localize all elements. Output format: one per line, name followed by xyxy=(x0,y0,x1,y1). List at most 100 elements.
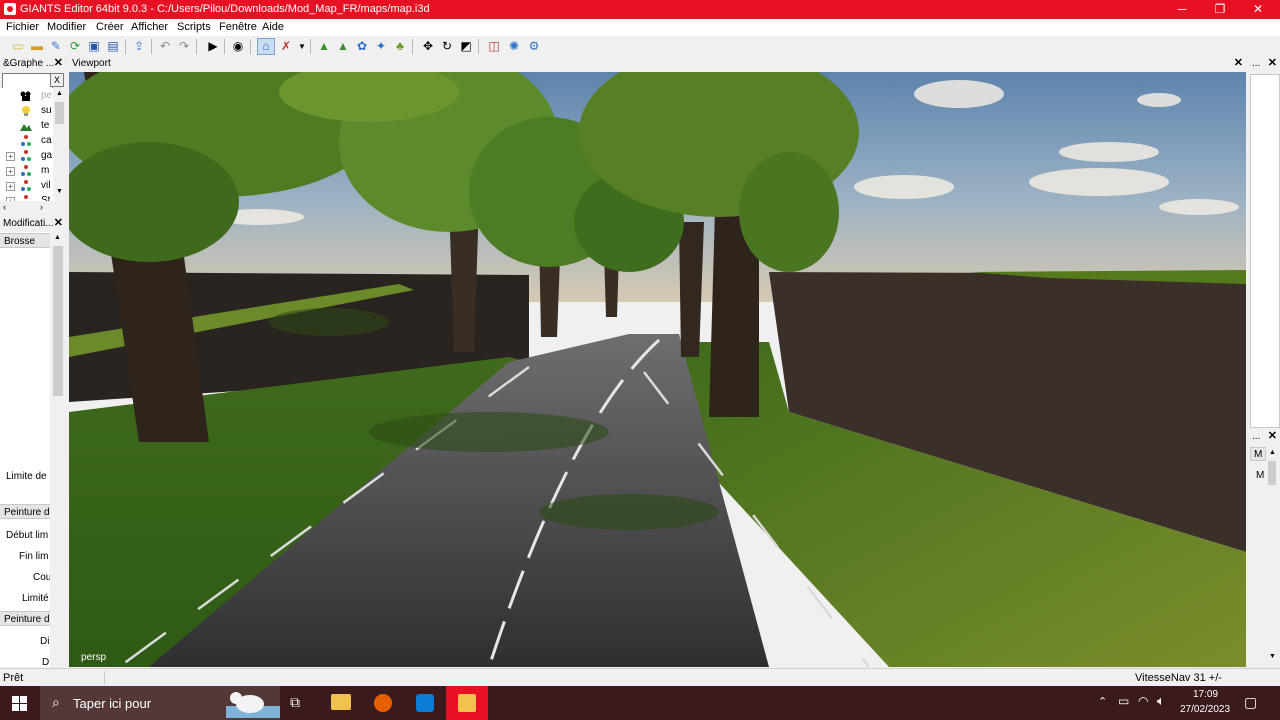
cube-icon[interactable]: ◫ xyxy=(486,39,502,54)
tree-item[interactable]: + vil xyxy=(0,179,53,194)
toolbar-separator xyxy=(224,39,225,54)
modifier-vertical-scrollbar[interactable]: ▲ xyxy=(50,232,66,667)
close-icon[interactable]: ✕ xyxy=(54,217,63,230)
toolbar-separator xyxy=(412,39,413,54)
scroll-thumb[interactable] xyxy=(55,102,64,124)
open-recent-icon[interactable]: ✎ xyxy=(48,39,64,54)
play-icon[interactable]: ▶ xyxy=(205,39,221,54)
scroll-thumb[interactable] xyxy=(53,246,63,396)
tree-item[interactable]: + m xyxy=(0,164,53,179)
wifi-icon[interactable]: ◠ xyxy=(1138,694,1148,708)
undo-icon[interactable]: ↶ xyxy=(157,39,173,54)
clock-date[interactable]: 27/02/2023 xyxy=(1180,704,1230,715)
gear-icon[interactable]: ⚙ xyxy=(526,39,542,54)
scenegraph-tree[interactable]: pe su te ca + ga + m + vil + xyxy=(0,88,53,201)
section-peinture-2[interactable]: Peinture d xyxy=(0,611,50,626)
battery-icon[interactable]: ▭ xyxy=(1118,694,1129,708)
tree-item[interactable]: pe xyxy=(0,89,53,104)
redo-icon[interactable]: ↷ xyxy=(176,39,192,54)
chevron-down-icon[interactable]: ▼ xyxy=(56,188,63,195)
rotate-icon[interactable]: ↻ xyxy=(439,39,455,54)
tree-icon[interactable]: ♣ xyxy=(392,39,408,54)
toolbar-separator xyxy=(478,39,479,54)
import-icon[interactable]: ⇪ xyxy=(131,39,147,54)
toolbar-separator xyxy=(151,39,152,54)
right-bottom-tab[interactable]: M xyxy=(1250,447,1266,461)
chevron-right-icon[interactable]: › xyxy=(40,202,43,212)
right-bottom-label: M xyxy=(1256,470,1265,481)
store-icon[interactable] xyxy=(416,694,434,712)
close-icon[interactable]: ✕ xyxy=(1268,430,1277,443)
task-view-icon[interactable]: ⧉ xyxy=(290,694,300,711)
right-top-panel-header: ... ✕ xyxy=(1248,57,1280,71)
chevron-down-icon[interactable]: ▼ xyxy=(294,39,310,54)
search-placeholder: Taper ici pour xyxy=(73,696,152,711)
menu-afficher[interactable]: Afficher xyxy=(131,21,168,33)
reload-icon[interactable]: ⟳ xyxy=(67,39,83,54)
menu-scripts[interactable]: Scripts xyxy=(177,21,211,33)
expand-icon[interactable]: + xyxy=(6,152,15,161)
close-icon[interactable]: ✕ xyxy=(1234,57,1243,70)
eye-icon[interactable]: ◉ xyxy=(230,39,246,54)
chevron-up-icon[interactable]: ⌃ xyxy=(1098,695,1107,708)
terrain-paint-icon[interactable]: ▲ xyxy=(335,39,351,54)
new-file-icon[interactable]: ▭ xyxy=(10,39,26,54)
giants-editor-taskbar-button[interactable] xyxy=(446,686,488,720)
taskbar-search[interactable]: ⌕ Taper ici pour xyxy=(40,686,280,720)
clear-search-button[interactable]: X xyxy=(50,73,64,87)
terrain-tool-icon[interactable]: ✗ xyxy=(278,39,294,54)
tree-item[interactable]: + St xyxy=(0,194,53,201)
left-dock: &Graphe ... ✕ X pe su te ca + ga + m + v… xyxy=(0,57,66,668)
close-button[interactable]: ✕ xyxy=(1240,0,1276,19)
menu-fenetre[interactable]: Fenêtre xyxy=(219,21,257,33)
notifications-icon[interactable]: ▢ xyxy=(1244,694,1257,711)
menu-fichier[interactable]: Fichier xyxy=(6,21,39,33)
restore-button[interactable]: ❐ xyxy=(1202,0,1238,19)
app-icon xyxy=(4,3,16,15)
section-peinture[interactable]: Peinture d xyxy=(0,504,50,519)
firefox-icon[interactable] xyxy=(374,694,392,712)
chevron-up-icon[interactable]: ▲ xyxy=(56,90,63,97)
section-brosse[interactable]: Brosse xyxy=(0,233,50,248)
volume-icon[interactable]: 🔈︎ xyxy=(1157,693,1165,709)
scenegraph-horizontal-scrollbar[interactable]: ‹ › xyxy=(0,201,53,214)
save-as-icon[interactable]: ▤ xyxy=(105,39,121,54)
chevron-down-icon[interactable]: ▼ xyxy=(1269,653,1276,660)
foliage-paint-icon[interactable]: ✿ xyxy=(354,39,370,54)
right-bottom-panel-header: ... ✕ xyxy=(1248,430,1280,444)
menu-modifier[interactable]: Modifier xyxy=(47,21,86,33)
toolbar-separator xyxy=(310,39,311,54)
modifier-panel-body: Brosse Limite de Peinture d Début lim Fi… xyxy=(0,232,51,668)
select-tool-icon[interactable]: ⌂ xyxy=(257,38,275,55)
globe-settings-icon[interactable]: ✺ xyxy=(506,39,522,54)
menu-aide[interactable]: Aide xyxy=(262,21,284,33)
menu-creer[interactable]: Créer xyxy=(96,21,124,33)
terrain-sculpt-icon[interactable]: ▲ xyxy=(316,39,332,54)
tree-item[interactable]: su xyxy=(0,104,53,119)
move-icon[interactable]: ✥ xyxy=(420,39,436,54)
minimize-button[interactable]: ─ xyxy=(1164,0,1200,19)
close-icon[interactable]: ✕ xyxy=(54,57,63,70)
close-icon[interactable]: ✕ xyxy=(1268,57,1277,70)
clock-time[interactable]: 17:09 xyxy=(1193,689,1218,700)
scale-icon[interactable]: ◩ xyxy=(458,39,474,54)
chevron-up-icon[interactable]: ▲ xyxy=(54,234,61,241)
tree-item[interactable]: ca xyxy=(0,134,53,149)
open-folder-icon[interactable]: ▬ xyxy=(29,39,45,54)
start-button[interactable] xyxy=(0,686,40,720)
scene-render[interactable] xyxy=(69,72,1246,667)
file-explorer-icon[interactable] xyxy=(331,694,351,710)
scroll-thumb[interactable] xyxy=(1268,461,1276,485)
expand-icon[interactable]: + xyxy=(6,167,15,176)
tree-item[interactable]: te xyxy=(0,119,53,134)
save-icon[interactable]: ▣ xyxy=(86,39,102,54)
expand-icon[interactable]: + xyxy=(6,182,15,191)
chevron-left-icon[interactable]: ‹ xyxy=(3,202,6,212)
chevron-up-icon[interactable]: ▲ xyxy=(1269,449,1276,456)
info-layer-icon[interactable]: ✦ xyxy=(373,39,389,54)
scenegraph-vertical-scrollbar[interactable]: ▲ ▼ xyxy=(53,88,66,201)
scenegraph-search-input[interactable] xyxy=(2,73,53,89)
3d-viewport[interactable]: persp xyxy=(69,72,1246,667)
right-bottom-scrollbar[interactable]: ▲ ▼ xyxy=(1266,447,1278,667)
tree-item[interactable]: + ga xyxy=(0,149,53,164)
